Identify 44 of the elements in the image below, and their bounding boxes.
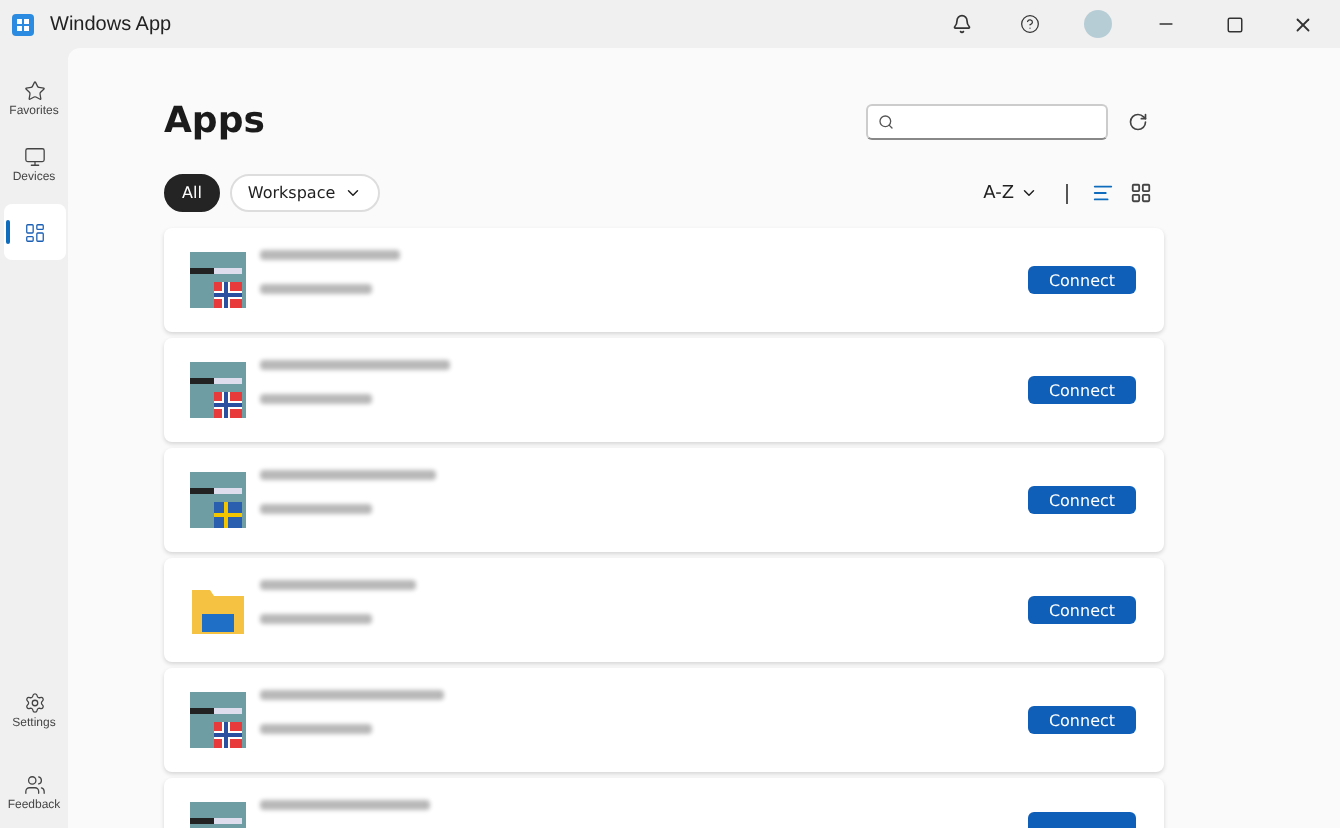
people-icon xyxy=(23,774,45,796)
app-card[interactable]: Connect xyxy=(164,228,1164,332)
star-icon xyxy=(23,80,45,102)
chevron-down-icon xyxy=(1020,184,1038,202)
connect-button[interactable]: Connect xyxy=(1028,596,1136,624)
redacted-text xyxy=(260,394,372,404)
app-card[interactable]: Connect xyxy=(164,558,1164,662)
app-thumbnail-icon xyxy=(190,472,246,528)
sort-dropdown[interactable]: A-Z xyxy=(983,183,1038,203)
search-icon xyxy=(878,113,894,129)
settings-icon xyxy=(23,692,45,714)
window-title: Windows App xyxy=(50,13,174,35)
notifications-icon[interactable] xyxy=(952,14,972,34)
list-view-button[interactable] xyxy=(1092,182,1114,204)
apps-icon xyxy=(23,221,45,243)
close-icon[interactable] xyxy=(1291,13,1313,35)
help-icon[interactable] xyxy=(1020,14,1040,34)
app-thumbnail-icon xyxy=(190,692,246,748)
redacted-text xyxy=(260,504,372,514)
page-title: Apps xyxy=(164,100,267,142)
filter-chip[interactable]: Workspace xyxy=(229,174,380,212)
connect-button[interactable]: Connect xyxy=(1028,266,1136,294)
app-card[interactable]: Connect xyxy=(164,338,1164,442)
folder-icon xyxy=(190,584,246,636)
maximize-icon[interactable] xyxy=(1225,15,1243,33)
app-thumbnail-icon xyxy=(190,362,246,418)
redacted-text xyxy=(260,250,400,260)
filter-chip[interactable]: All xyxy=(164,174,220,212)
app-card[interactable]: Connect xyxy=(164,448,1164,552)
refresh-icon[interactable] xyxy=(1128,111,1148,131)
redacted-text xyxy=(260,614,372,624)
grid-view-button[interactable] xyxy=(1130,182,1152,204)
app-thumbnail-icon xyxy=(190,252,246,308)
connect-button[interactable]: Connect xyxy=(1028,486,1136,514)
search-field[interactable] xyxy=(866,103,1108,139)
connect-button[interactable]: Connect xyxy=(1028,376,1136,404)
redacted-text xyxy=(260,284,372,294)
redacted-text xyxy=(260,724,372,734)
chevron-down-icon xyxy=(343,184,362,202)
sidebar-item[interactable] xyxy=(3,204,65,260)
app-card[interactable]: Connect xyxy=(164,668,1164,772)
connect-button[interactable]: Connect xyxy=(1028,706,1136,734)
monitor-icon xyxy=(23,146,45,168)
app-logo-icon xyxy=(12,13,34,35)
